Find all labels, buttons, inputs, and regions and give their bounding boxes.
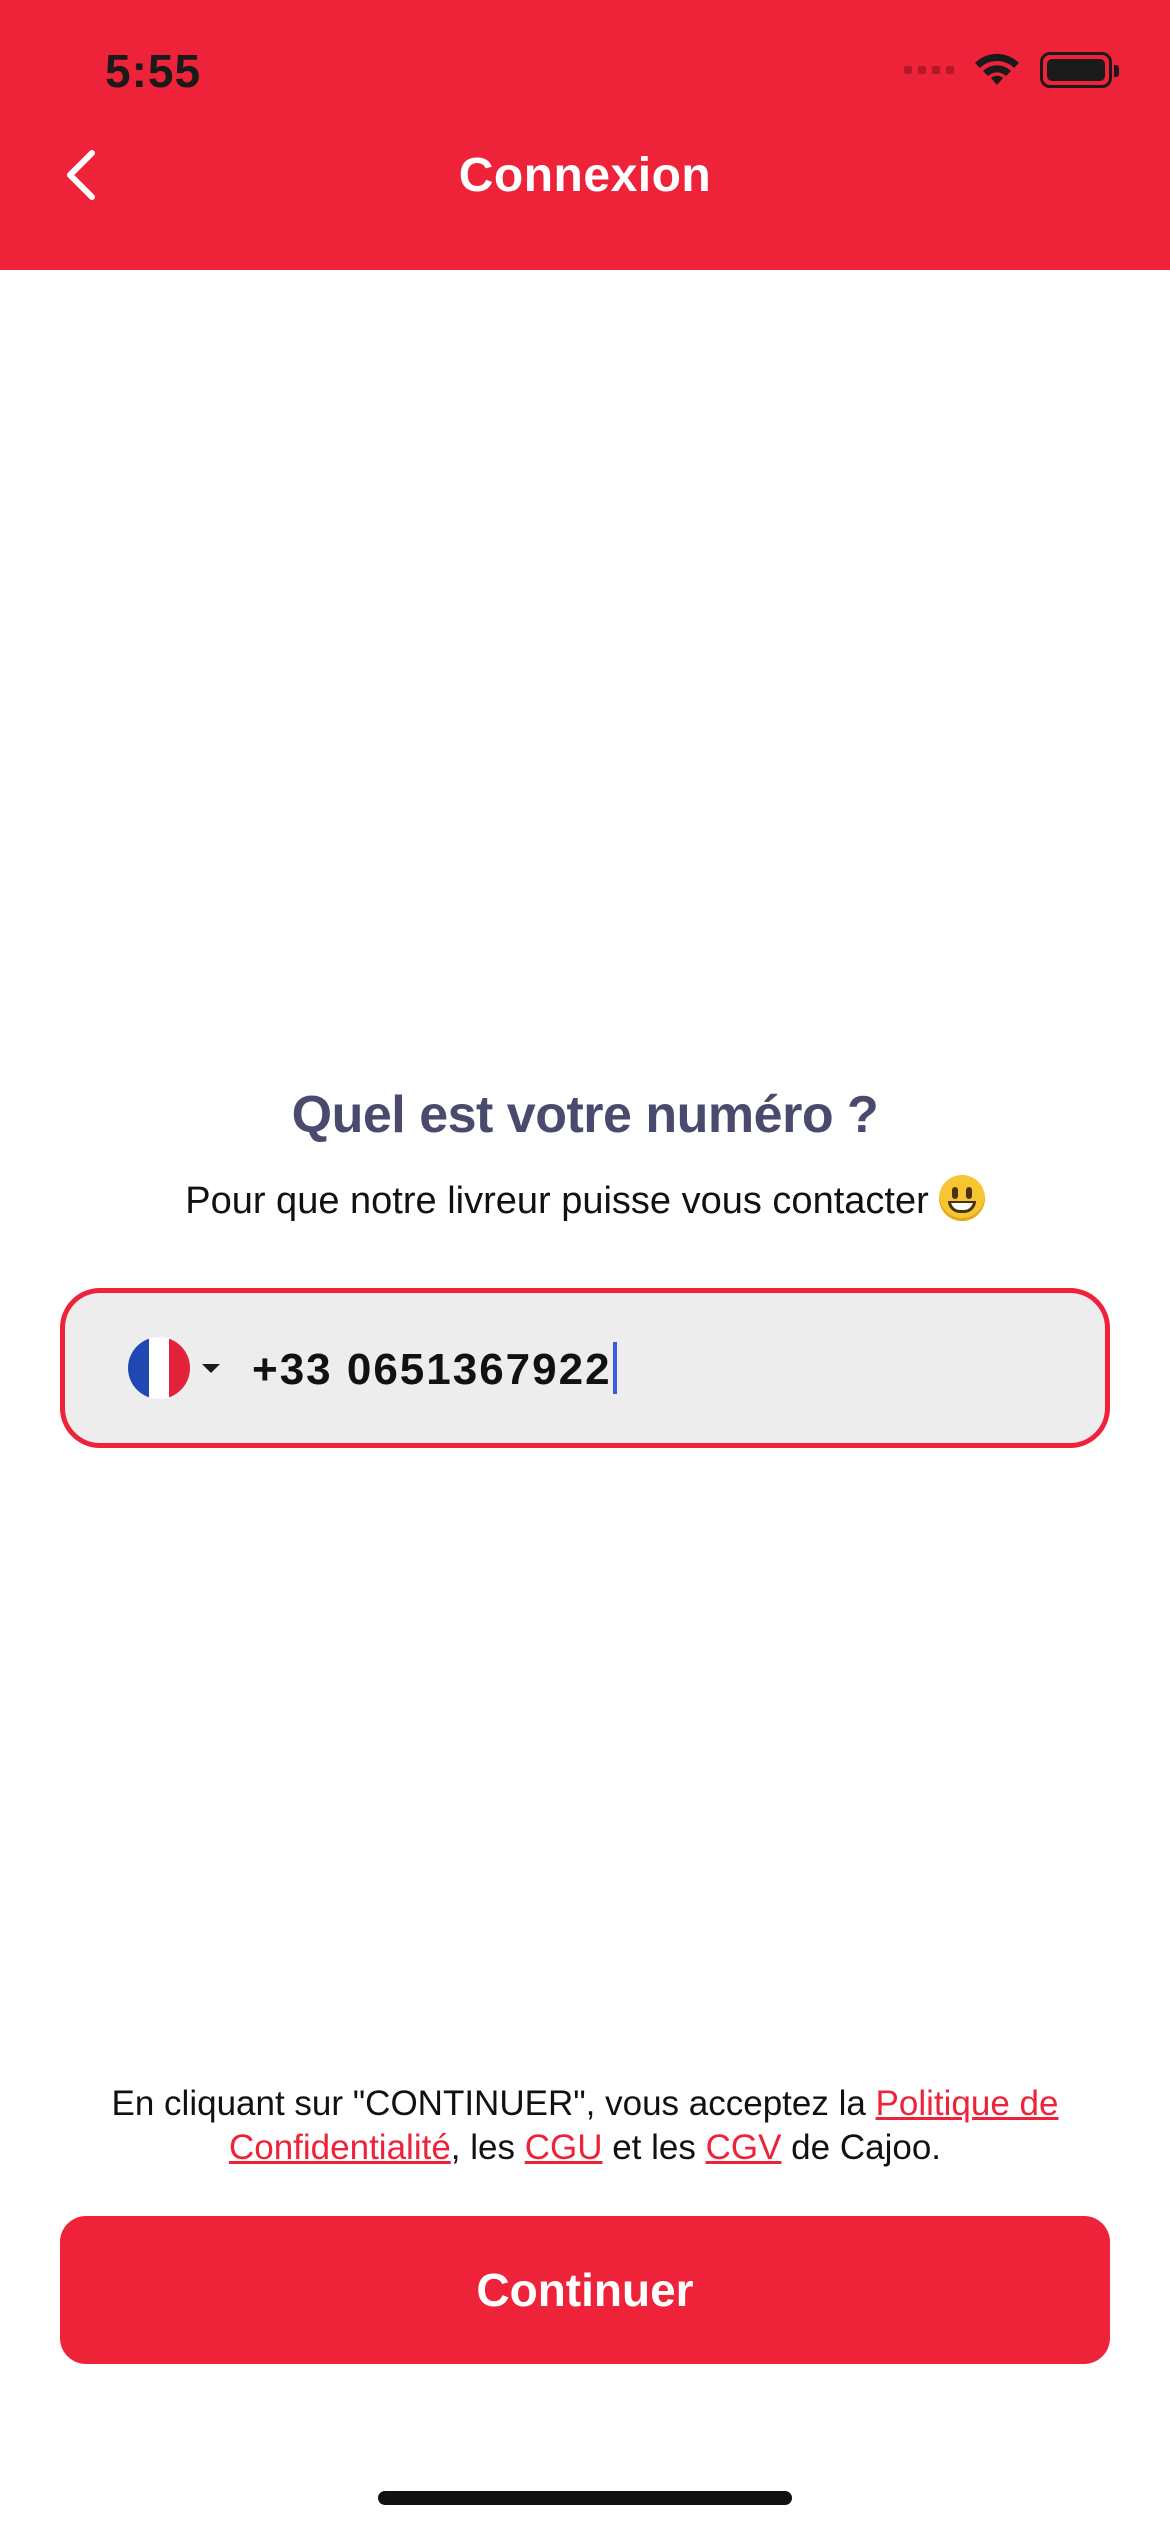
status-time: 5:55 <box>105 45 202 97</box>
header: 5:55 Connexion <box>0 0 1170 270</box>
legal-separator-2: et les <box>602 2128 706 2167</box>
subtitle-text: Pour que notre livreur puisse vous conta… <box>185 1180 929 1222</box>
question-heading: Quel est votre numéro ? <box>291 1086 879 1144</box>
continue-button[interactable]: Continuer <box>60 2216 1110 2364</box>
home-indicator <box>378 2491 792 2505</box>
legal-prefix: En cliquant sur "CONTINUER", vous accept… <box>111 2084 876 2123</box>
legal-separator-1: , les <box>450 2128 525 2167</box>
phone-number-value[interactable]: +33 0651367922 <box>252 1341 617 1395</box>
text-cursor <box>612 1341 617 1394</box>
battery-icon <box>1040 52 1119 88</box>
subtitle: Pour que notre livreur puisse vous conta… <box>0 1175 1170 1223</box>
dropdown-caret-icon[interactable] <box>202 1363 220 1373</box>
legal-notice: En cliquant sur "CONTINUER", vous accept… <box>60 2082 1110 2170</box>
login-screen: 5:55 Connexion Quel est votre numéro ? P… <box>0 0 1170 2532</box>
page-title: Connexion <box>458 149 712 202</box>
legal-suffix: de Cajoo. <box>781 2128 942 2167</box>
cgu-link[interactable]: CGU <box>525 2128 603 2167</box>
status-icons <box>904 50 1119 90</box>
cgv-link[interactable]: CGV <box>706 2128 782 2167</box>
signal-icon <box>904 66 954 74</box>
grinning-face-emoji <box>938 1175 985 1221</box>
france-flag-icon[interactable] <box>128 1337 190 1399</box>
wifi-icon <box>975 53 1019 85</box>
phone-input[interactable]: +33 0651367922 <box>60 1288 1110 1448</box>
